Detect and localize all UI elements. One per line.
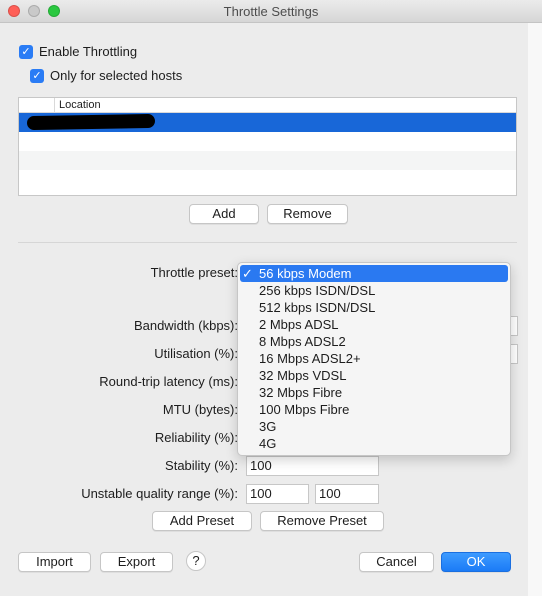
table-row[interactable] [19, 170, 516, 189]
column-header-location[interactable]: Location [59, 99, 101, 111]
checkmark-icon: ✓ [19, 44, 33, 59]
hosts-table[interactable]: Location [18, 97, 517, 196]
title-bar: Throttle Settings [0, 0, 542, 23]
preset-option[interactable]: 256 kbps ISDN/DSL [238, 282, 510, 299]
only-selected-hosts-label: Only for selected hosts [50, 68, 183, 83]
table-row[interactable] [19, 151, 516, 170]
preset-option[interactable]: 8 Mbps ADSL2 [238, 333, 510, 350]
right-edge [528, 23, 542, 596]
preset-option[interactable]: 3G [238, 418, 510, 435]
divider [18, 242, 517, 243]
add-preset-button[interactable]: Add Preset [152, 511, 252, 531]
stability-label: Stability (%): [165, 458, 238, 473]
throttle-preset-label: Throttle preset: [150, 265, 238, 280]
throttle-preset-menu[interactable]: ✓ 56 kbps Modem 256 kbps ISDN/DSL 512 kb… [237, 262, 511, 456]
preset-option[interactable]: 16 Mbps ADSL2+ [238, 350, 510, 367]
unstable-quality-range-label: Unstable quality range (%): [81, 486, 238, 501]
remove-host-button[interactable]: Remove [267, 204, 348, 224]
preset-option[interactable]: 512 kbps ISDN/DSL [238, 299, 510, 316]
table-row[interactable] [19, 132, 516, 151]
only-selected-hosts-checkbox[interactable]: ✓ Only for selected hosts [30, 68, 182, 83]
enable-throttling-checkbox[interactable]: ✓ Enable Throttling [19, 44, 137, 59]
window-title: Throttle Settings [223, 4, 319, 19]
enable-throttling-label: Enable Throttling [39, 44, 138, 59]
preset-option[interactable]: 4G [238, 435, 510, 452]
table-row[interactable] [19, 113, 516, 132]
export-button[interactable]: Export [100, 552, 173, 572]
unstable-max-field[interactable]: 100 [315, 484, 379, 504]
bandwidth-label: Bandwidth (kbps): [133, 318, 238, 333]
checkmark-icon: ✓ [30, 68, 44, 83]
preset-option[interactable]: 32 Mbps VDSL [238, 367, 510, 384]
preset-option[interactable]: 100 Mbps Fibre [238, 401, 510, 418]
import-button[interactable]: Import [18, 552, 91, 572]
checkmark-icon: ✓ [242, 266, 253, 281]
table-header: Location [19, 98, 516, 113]
help-button[interactable]: ? [186, 551, 206, 571]
reliability-label: Reliability (%): [154, 430, 238, 445]
mtu-label: MTU (bytes): [162, 402, 238, 417]
ok-button[interactable]: OK [441, 552, 511, 572]
throttle-settings-window: Throttle Settings ✓ Enable Throttling ✓ … [0, 0, 542, 596]
cancel-button[interactable]: Cancel [359, 552, 434, 572]
add-host-button[interactable]: Add [189, 204, 259, 224]
unstable-min-field[interactable]: 100 [246, 484, 309, 504]
utilisation-label: Utilisation (%): [154, 346, 238, 361]
preset-option-label: 56 kbps Modem [259, 266, 352, 281]
preset-option[interactable]: 32 Mbps Fibre [238, 384, 510, 401]
latency-label: Round-trip latency (ms): [99, 374, 238, 389]
stability-field[interactable]: 100 [246, 456, 379, 476]
preset-option[interactable]: 2 Mbps ADSL [238, 316, 510, 333]
remove-preset-button[interactable]: Remove Preset [260, 511, 384, 531]
preset-option[interactable]: ✓ 56 kbps Modem [240, 265, 508, 282]
column-separator [54, 98, 55, 113]
redacted-location [26, 113, 156, 131]
